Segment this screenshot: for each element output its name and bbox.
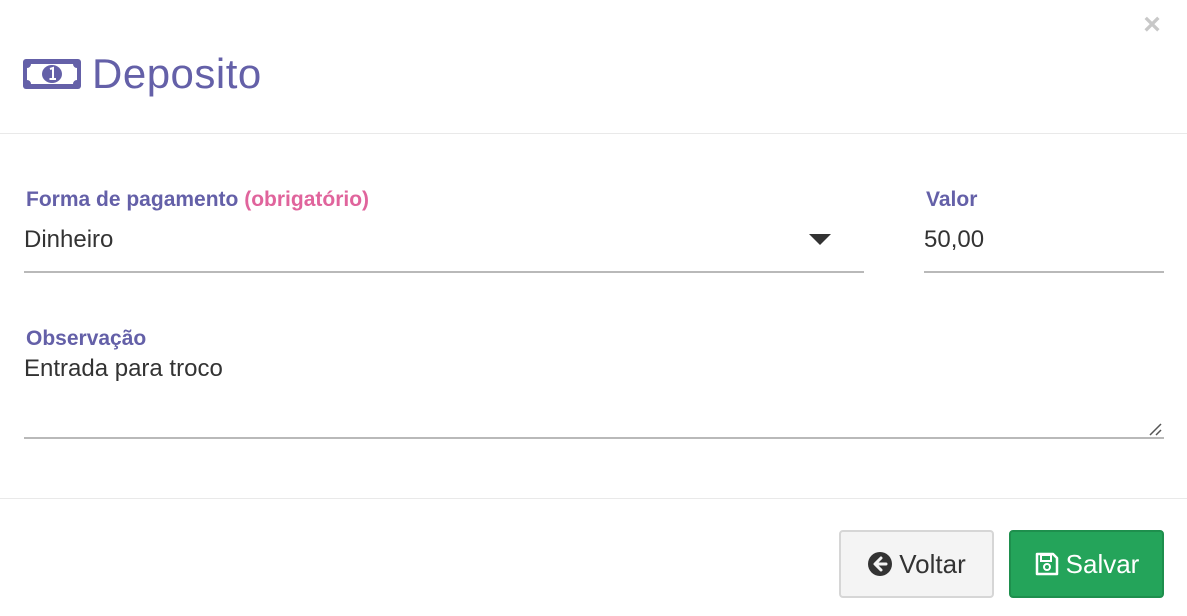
save-button[interactable]: Salvar <box>1009 530 1164 598</box>
back-button-label: Voltar <box>899 548 966 579</box>
payment-method-underline <box>24 271 864 273</box>
notes-textarea[interactable]: Entrada para troco <box>24 355 223 383</box>
notes-underline <box>24 437 1164 439</box>
save-button-label: Salvar <box>1065 548 1140 579</box>
amount-label: Valor <box>926 188 978 211</box>
floppy-disk-icon <box>1034 551 1060 577</box>
footer-divider <box>0 498 1187 499</box>
amount-underline <box>924 271 1164 273</box>
payment-method-label: Forma de pagamento (obrigatório) <box>26 188 369 212</box>
deposit-modal: × Deposito Forma de pagamento (obrigatór… <box>0 0 1187 616</box>
arrow-circle-left-icon <box>867 551 893 577</box>
chevron-down-icon[interactable] <box>809 234 831 245</box>
money-bill-icon <box>22 54 82 94</box>
modal-title: Deposito <box>92 50 262 97</box>
modal-header: Deposito <box>0 0 1187 134</box>
payment-method-label-text: Forma de pagamento <box>26 188 239 211</box>
required-indicator: (obrigatório) <box>244 188 370 211</box>
notes-label: Observação <box>26 327 147 350</box>
title-wrap: Deposito <box>22 48 262 100</box>
back-button[interactable]: Voltar <box>839 530 994 598</box>
payment-method-select[interactable]: Dinheiro <box>24 226 113 254</box>
amount-input[interactable]: 50,00 <box>924 226 984 254</box>
resize-handle-icon[interactable] <box>1148 422 1162 436</box>
